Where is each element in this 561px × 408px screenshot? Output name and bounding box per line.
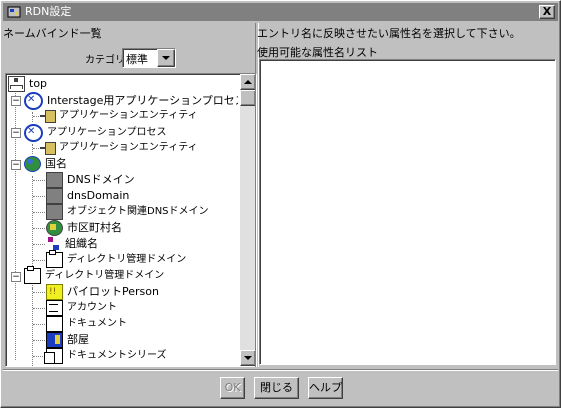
gray-box-icon (46, 204, 63, 220)
tree-item[interactable]: アプリケーションエンティティ (40, 140, 198, 156)
title-bar: RDN設定 X (3, 3, 558, 21)
tree-item[interactable]: アカウント (46, 300, 117, 316)
name-binding-tree[interactable]: top − Interstage用アプリケーションプロセス アプリケーションエン… (6, 74, 238, 366)
gray-box-icon (46, 188, 63, 204)
folder-icon (24, 266, 41, 284)
collapse-icon[interactable]: − (11, 160, 21, 170)
scroll-down-icon[interactable] (240, 350, 256, 366)
top-icon (8, 76, 25, 92)
room-icon (46, 332, 63, 348)
folder-icon (46, 250, 63, 268)
document-series-icon (44, 348, 63, 364)
tree-item[interactable]: dnsDomain (46, 188, 129, 204)
collapse-icon[interactable]: − (11, 96, 21, 106)
name-binding-list-header: ネームバインド一覧 (3, 27, 102, 40)
gray-box-icon (46, 172, 63, 188)
tree-item[interactable]: オブジェクト関連DNSドメイン (46, 204, 209, 220)
attribute-list-title: 使用可能な属性名リスト (257, 46, 378, 59)
app-icon (7, 5, 21, 19)
category-selected-value: 標準 (126, 53, 148, 66)
window-title: RDN設定 (25, 5, 72, 18)
pilot-person-icon (46, 284, 63, 300)
city-icon (46, 220, 63, 236)
tree-item[interactable]: Interstage用アプリケーションプロセス (24, 92, 238, 110)
chevron-down-icon[interactable] (157, 49, 175, 67)
tree-item[interactable]: アプリケーションエンティティ (40, 108, 198, 124)
instruction-text: エントリ名に反映させたい属性名を選択して下さい。 (257, 27, 521, 40)
entity-icon (40, 109, 56, 123)
name-binding-tree-panel: top − Interstage用アプリケーションプロセス アプリケーションエン… (5, 73, 257, 367)
tree-item[interactable]: DNSドメイン (46, 172, 135, 188)
tree-item[interactable]: ドキュメントシリーズ (44, 348, 167, 364)
tree-item[interactable]: アプリケーションプロセス (24, 124, 167, 142)
scroll-up-icon[interactable] (240, 74, 256, 90)
tree-vertical-scrollbar[interactable] (240, 74, 256, 366)
close-button[interactable]: 閉じる (254, 377, 299, 399)
collapse-icon[interactable]: − (11, 272, 21, 282)
category-select[interactable]: 標準 (122, 48, 176, 68)
collapse-icon[interactable]: − (11, 128, 21, 138)
window-close-button[interactable]: X (539, 5, 555, 19)
tree-item[interactable]: 部屋 (46, 332, 89, 348)
document-icon (46, 316, 63, 332)
scrollbar-thumb[interactable] (240, 90, 256, 106)
tree-item[interactable]: top (8, 76, 47, 92)
rdn-settings-dialog: RDN設定 X ネームバインド一覧 カテゴリ: 標準 top − Interst… (0, 0, 561, 408)
tree-item[interactable]: 市区町村名 (46, 220, 122, 236)
available-attribute-list[interactable] (259, 59, 556, 365)
ok-button[interactable]: OK (220, 377, 245, 399)
tree-item[interactable]: ディレクトリ管理ドメイン (46, 250, 186, 268)
tree-item[interactable]: ドキュメント (46, 316, 127, 332)
help-button[interactable]: ヘルプ (308, 377, 343, 399)
tree-item[interactable]: ディレクトリ管理ドメイン (24, 266, 164, 284)
organization-icon (46, 237, 61, 251)
account-icon (46, 300, 63, 316)
divider (3, 369, 558, 371)
tree-item[interactable]: パイロットPerson (46, 284, 159, 300)
entity-icon (40, 141, 56, 155)
tree-item[interactable]: 国名 (24, 156, 67, 172)
globe-icon (24, 156, 41, 172)
